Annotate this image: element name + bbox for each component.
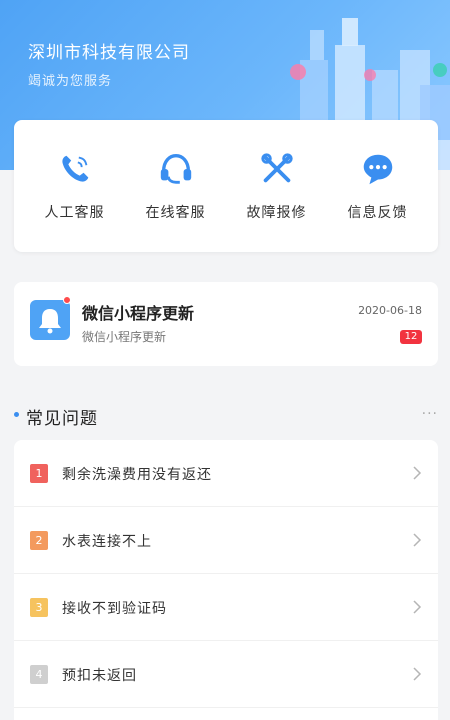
faq-question: 接收不到验证码 (62, 601, 167, 617)
unread-count-badge: 12 (400, 330, 422, 344)
notice-icon-box (30, 300, 70, 340)
service-slogan: 竭诚为您服务 (28, 74, 113, 89)
faq-item[interactable]: 4 预扣未返回 (14, 641, 438, 708)
notice-card[interactable]: 微信小程序更新 微信小程序更新 2020-06-18 12 (14, 282, 438, 366)
faq-question: 水表连接不上 (62, 534, 152, 550)
action-online-service[interactable]: 在线客服 (128, 150, 224, 222)
faq-rank: 2 (30, 531, 48, 550)
faq-header: 常见问题 ··· (14, 402, 438, 430)
action-label: 信息反馈 (347, 205, 408, 221)
chevron-right-icon (413, 466, 422, 480)
phone-icon (61, 155, 88, 182)
faq-rank: 3 (30, 598, 48, 617)
action-fault-repair[interactable]: 故障报修 (229, 150, 325, 222)
faq-item[interactable]: 1 剩余洗澡费用没有返还 (14, 440, 438, 507)
headset-icon (160, 154, 191, 184)
action-label: 故障报修 (246, 205, 307, 221)
service-actions: 人工客服 在线客服 故障报修 信息反馈 (14, 120, 438, 252)
chat-icon (363, 154, 392, 185)
faq-rank: 4 (30, 665, 48, 684)
action-label: 在线客服 (145, 205, 206, 221)
action-feedback[interactable]: 信息反馈 (330, 150, 426, 222)
faq-title: 常见问题 (26, 409, 98, 429)
action-manual-service[interactable]: 人工客服 (27, 150, 123, 222)
chevron-right-icon (413, 667, 422, 681)
notice-date: 2020-06-18 (358, 304, 422, 317)
section-dot (14, 412, 19, 417)
notice-title: 微信小程序更新 (82, 304, 195, 323)
chevron-right-icon (413, 533, 422, 547)
faq-item[interactable]: 3 接收不到验证码 (14, 574, 438, 641)
notice-subtitle: 微信小程序更新 (82, 330, 167, 344)
action-label: 人工客服 (44, 205, 105, 221)
faq-question: 剩余洗澡费用没有返还 (62, 467, 212, 483)
company-name: 深圳市科技有限公司 (28, 43, 190, 63)
faq-question: 预扣未返回 (62, 668, 137, 684)
more-button[interactable]: ··· (422, 406, 438, 422)
faq-item[interactable]: 2 水表连接不上 (14, 507, 438, 574)
unread-dot (63, 296, 71, 304)
faq-rank: 1 (30, 464, 48, 483)
chevron-right-icon (413, 600, 422, 614)
tools-icon (260, 153, 293, 183)
bell-icon (39, 309, 61, 334)
faq-list: 1 剩余洗澡费用没有返还 2 水表连接不上 3 接收不到验证码 4 预扣未返回 (14, 440, 438, 720)
